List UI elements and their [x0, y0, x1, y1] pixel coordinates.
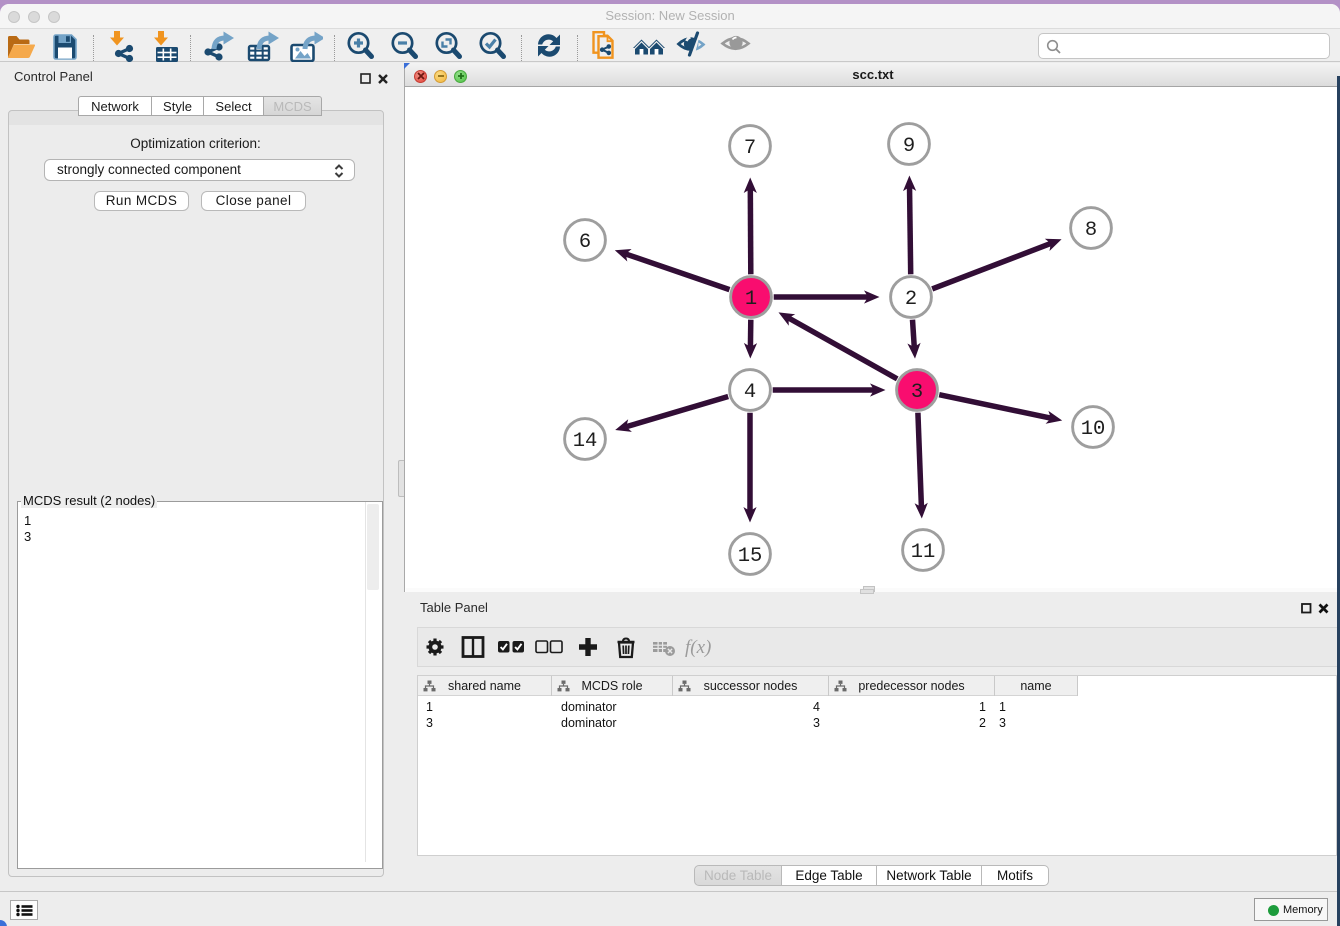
svg-text:10: 10 — [1081, 418, 1106, 441]
svg-text:3: 3 — [911, 381, 923, 404]
svg-text:f(x): f(x) — [685, 637, 711, 658]
svg-text:4: 4 — [744, 381, 756, 404]
svg-text:11: 11 — [911, 541, 936, 564]
svg-text:9: 9 — [903, 135, 915, 158]
svg-text:14: 14 — [573, 430, 598, 453]
svg-text:1: 1 — [745, 288, 757, 311]
svg-text:2: 2 — [905, 288, 917, 311]
svg-text:6: 6 — [579, 231, 591, 254]
svg-text:15: 15 — [738, 545, 763, 568]
svg-text:8: 8 — [1085, 219, 1097, 242]
svg-text:7: 7 — [744, 137, 756, 160]
